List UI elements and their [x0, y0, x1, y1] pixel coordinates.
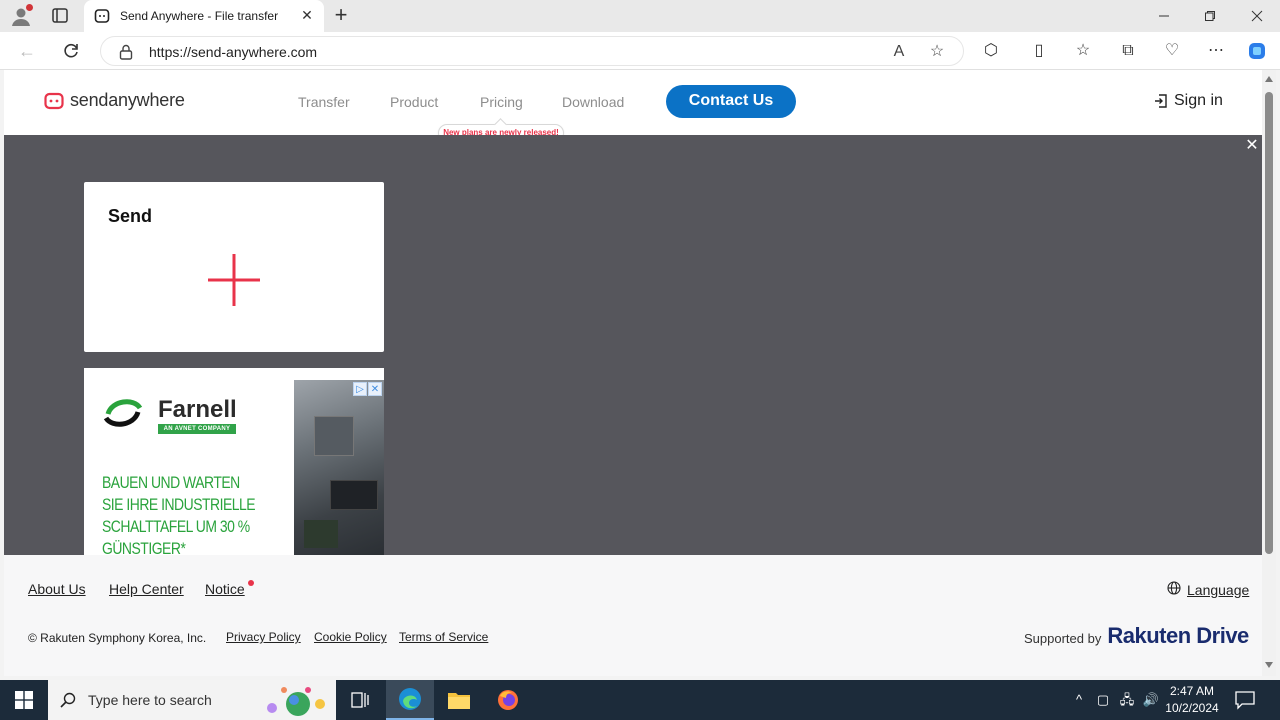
language-selector[interactable]: Language: [1167, 581, 1249, 598]
notification-center-icon[interactable]: [1234, 690, 1256, 710]
supported-by[interactable]: Supported by Rakuten Drive: [1024, 623, 1249, 649]
tray-overflow-icon[interactable]: ^: [1070, 690, 1088, 710]
tab-close-icon[interactable]: ✕: [300, 8, 314, 22]
send-title: Send: [108, 206, 153, 226]
nav-download[interactable]: Download: [562, 94, 624, 110]
tab-actions-icon[interactable]: [48, 5, 72, 27]
volume-icon[interactable]: 🔊: [1142, 690, 1160, 710]
ad-headline-line: SIE IHRE INDUSTRIELLE: [102, 495, 256, 514]
scrollbar-thumb[interactable]: [1265, 92, 1273, 554]
ad-photo-component: [330, 480, 378, 510]
more-menu-icon[interactable]: ⋯: [1205, 40, 1227, 62]
browser-toolbar: ← https://send-anywhere.com A ☆ ⬡ ▯ ☆ ⧉ …: [0, 32, 1280, 70]
close-window-icon[interactable]: [1234, 0, 1280, 32]
url-text[interactable]: https://send-anywhere.com: [149, 44, 317, 60]
privacy-policy-link[interactable]: Privacy Policy: [226, 630, 301, 644]
split-screen-icon[interactable]: ▯: [1028, 40, 1050, 62]
footer-help-center[interactable]: Help Center: [109, 581, 184, 597]
task-view-icon[interactable]: [336, 680, 384, 720]
network-icon[interactable]: 🖧: [1118, 690, 1136, 710]
ad-info-icon[interactable]: ▷: [353, 382, 367, 396]
cookie-policy-link[interactable]: Cookie Policy: [314, 630, 387, 644]
rakuten-drive-logo: Rakuten Drive: [1107, 623, 1249, 648]
advertisement[interactable]: ▷ ✕ Farnell AN AVNET COMPANY BAUEN UND W…: [84, 368, 384, 558]
scroll-down-icon[interactable]: [1265, 662, 1273, 668]
profile-notification-dot: [26, 4, 33, 11]
collections-icon[interactable]: ⧉: [1117, 40, 1139, 62]
ad-headline-line: SCHALTTAFEL UM 30 %: [102, 517, 250, 536]
nav-pricing[interactable]: Pricing: [480, 94, 523, 110]
firefox-icon[interactable]: [484, 680, 532, 720]
farnell-logo-icon: [102, 392, 144, 434]
browser-tab-bar: Send Anywhere - File transfer ✕ +: [0, 0, 1280, 32]
favorites-icon[interactable]: ☆: [1072, 40, 1094, 62]
notice-badge-dot: [248, 580, 254, 586]
read-aloud-icon[interactable]: A: [889, 42, 909, 62]
taskbar-clock[interactable]: 2:47 AM 10/2/2024: [1162, 683, 1222, 717]
ad-tagline: AN AVNET COMPANY: [158, 424, 236, 434]
favorite-star-icon[interactable]: ☆: [927, 42, 947, 62]
send-card[interactable]: Send: [84, 182, 384, 352]
ad-photo-component: [314, 416, 354, 456]
refresh-icon[interactable]: [60, 40, 82, 62]
scroll-up-icon[interactable]: [1265, 76, 1273, 82]
send-anywhere-favicon-icon: [94, 8, 110, 24]
windows-taskbar: Type here to search ^ ▢ 🖧 🔊 2:47 AM 10/2…: [0, 680, 1280, 720]
transfer-area: ✕ Send ▷ ✕ Farnell AN AVNET COMPANY BAUE…: [4, 135, 1262, 558]
ad-photo-component: [304, 520, 338, 548]
windows-start-icon[interactable]: [0, 680, 48, 720]
search-icon: [60, 692, 76, 708]
footer-about-us[interactable]: About Us: [28, 581, 86, 597]
copyright-text: © Rakuten Symphony Korea, Inc.: [28, 631, 207, 645]
send-anywhere-logo-icon: [44, 91, 64, 111]
close-icon[interactable]: ✕: [1245, 138, 1259, 154]
ad-headline-line: BAUEN UND WARTEN: [102, 473, 240, 492]
sign-in-icon: [1154, 93, 1168, 109]
tab-title: Send Anywhere - File transfer: [120, 9, 279, 23]
search-highlight-icon: [262, 684, 332, 716]
search-placeholder: Type here to search: [88, 692, 212, 708]
site-header: sendanywhere Transfer Product Pricing Do…: [4, 70, 1262, 142]
ad-photo: [294, 380, 384, 558]
page-scrollbar[interactable]: [1262, 70, 1276, 676]
clock-time: 2:47 AM: [1169, 684, 1215, 698]
edge-taskbar-icon[interactable]: [386, 680, 434, 720]
site-logo[interactable]: sendanywhere: [44, 90, 185, 111]
lock-icon[interactable]: [119, 44, 133, 60]
copilot-icon[interactable]: [1246, 40, 1268, 62]
clock-date: 10/2/2024: [1165, 701, 1219, 715]
contact-us-button[interactable]: Contact Us: [666, 85, 796, 118]
back-icon[interactable]: ←: [16, 40, 38, 62]
web-page: sendanywhere Transfer Product Pricing Do…: [4, 70, 1262, 676]
footer-notice[interactable]: Notice: [205, 581, 245, 597]
sign-in-link[interactable]: Sign in: [1154, 92, 1223, 110]
restore-icon[interactable]: [1187, 0, 1233, 32]
active-tab[interactable]: Send Anywhere - File transfer ✕: [84, 0, 324, 32]
ad-headline: BAUEN UND WARTEN SIE IHRE INDUSTRIELLE S…: [102, 472, 256, 558]
nav-product[interactable]: Product: [390, 94, 438, 110]
terms-of-service-link[interactable]: Terms of Service: [399, 630, 488, 644]
address-bar[interactable]: https://send-anywhere.com A ☆: [100, 36, 964, 66]
site-footer: About Us Help Center Notice Language © R…: [4, 555, 1262, 676]
ad-banner[interactable]: ▷ ✕ Farnell AN AVNET COMPANY BAUEN UND W…: [84, 380, 384, 558]
file-explorer-icon[interactable]: [435, 680, 483, 720]
nav-transfer[interactable]: Transfer: [298, 94, 350, 110]
ad-brand: Farnell: [158, 396, 237, 423]
logo-text: sendanywhere: [70, 90, 185, 110]
globe-icon: [1167, 581, 1181, 598]
profile-icon[interactable]: [10, 4, 33, 27]
browser-essentials-icon[interactable]: ♡: [1161, 40, 1183, 62]
sign-in-label: Sign in: [1174, 92, 1223, 109]
taskbar-search[interactable]: Type here to search: [48, 680, 336, 720]
tray-device-icon[interactable]: ▢: [1094, 690, 1112, 710]
add-file-plus-icon[interactable]: [208, 254, 260, 306]
ad-choices[interactable]: ▷ ✕: [353, 382, 382, 396]
minimize-icon[interactable]: [1141, 0, 1187, 32]
supported-by-label: Supported by: [1024, 631, 1102, 646]
ad-close-icon[interactable]: ✕: [368, 382, 382, 396]
language-label: Language: [1187, 581, 1250, 598]
new-tab-icon[interactable]: +: [330, 4, 352, 26]
extensions-icon[interactable]: ⬡: [980, 40, 1002, 62]
